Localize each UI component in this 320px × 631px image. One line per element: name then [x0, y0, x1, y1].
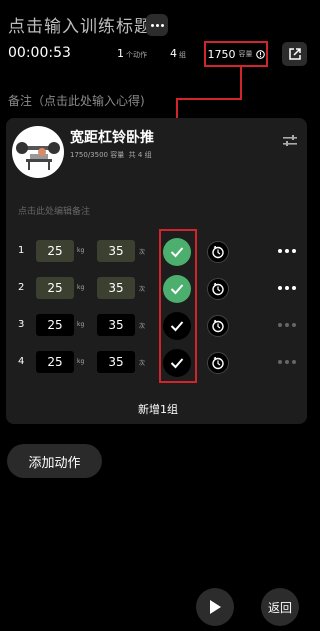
- stats-bar: 00:00:53 1 个动作 4组: [0, 45, 316, 65]
- checks-highlight-box: [159, 229, 197, 383]
- share-button[interactable]: [282, 42, 307, 66]
- exercise-thumbnail[interactable]: [12, 126, 64, 178]
- volume-value: 1750: [207, 47, 236, 61]
- timer-icon: [212, 319, 224, 333]
- timer-icon: [212, 245, 224, 259]
- timer-icon: [212, 282, 224, 296]
- set-more-button[interactable]: [278, 286, 296, 290]
- weight-input[interactable]: 25: [36, 351, 74, 373]
- more-horizontal-icon: [150, 23, 164, 27]
- total-volume[interactable]: 1750 容量: [204, 41, 268, 67]
- set-more-button[interactable]: [278, 249, 296, 253]
- title-more-button[interactable]: [146, 14, 168, 36]
- weight-unit: kg: [77, 247, 85, 254]
- timer-icon: [212, 356, 224, 370]
- share-external-icon: [288, 48, 301, 60]
- rest-timer-button[interactable]: [207, 278, 229, 300]
- reps-input[interactable]: 35: [97, 314, 135, 336]
- weight-input[interactable]: 25: [36, 314, 74, 336]
- reps-unit: 次: [139, 323, 146, 330]
- weight-unit: kg: [77, 358, 85, 365]
- bench-press-illustration: [16, 142, 60, 170]
- swap-settings-button[interactable]: [282, 133, 298, 152]
- set-number: 4: [18, 356, 25, 367]
- annotation-line: [240, 67, 242, 100]
- weight-input[interactable]: 25: [36, 240, 74, 262]
- set-number: 1: [18, 245, 25, 256]
- set-number: 3: [18, 319, 25, 330]
- swap-settings-icon: [283, 135, 297, 146]
- exercise-summary: 1750/3500 容量 共 4 组: [70, 151, 152, 159]
- play-icon: [210, 600, 221, 614]
- set-number: 2: [18, 282, 25, 293]
- weight-input[interactable]: 25: [36, 277, 74, 299]
- set-row: 2 25 kg 35 次: [0, 275, 316, 303]
- reps-input[interactable]: 35: [97, 240, 135, 262]
- workout-title[interactable]: 点击输入训练标题: [8, 12, 152, 37]
- set-more-button[interactable]: [278, 323, 296, 327]
- elapsed-timer: 00:00:53: [8, 45, 71, 61]
- sets-count: 4组: [170, 47, 186, 60]
- reps-input[interactable]: 35: [97, 351, 135, 373]
- actions-count: 1 个动作: [117, 47, 147, 60]
- info-icon: [255, 49, 265, 59]
- rest-timer-button[interactable]: [207, 352, 229, 374]
- set-row: 3 25 kg 35 次: [0, 312, 316, 340]
- exercise-name[interactable]: 宽距杠铃卧推: [70, 127, 154, 147]
- set-row: 4 25 kg 35 次: [0, 349, 316, 377]
- annotation-line: [176, 98, 242, 100]
- reps-unit: 次: [139, 286, 146, 293]
- reps-input[interactable]: 35: [97, 277, 135, 299]
- play-button[interactable]: [196, 588, 234, 626]
- workout-note-input[interactable]: 备注（点击此处输入心得): [8, 92, 145, 109]
- exercise-note-input[interactable]: 点击此处编辑备注: [18, 204, 90, 217]
- weight-unit: kg: [77, 284, 85, 291]
- set-more-button[interactable]: [278, 360, 296, 364]
- back-button[interactable]: 返回: [261, 588, 299, 626]
- weight-unit: kg: [77, 321, 85, 328]
- volume-unit: 容量: [238, 50, 253, 58]
- rest-timer-button[interactable]: [207, 315, 229, 337]
- rest-timer-button[interactable]: [207, 241, 229, 263]
- add-action-button[interactable]: 添加动作: [7, 444, 102, 478]
- set-row: 1 25 kg 35 次: [0, 238, 316, 266]
- reps-unit: 次: [139, 249, 146, 256]
- add-set-button[interactable]: 新增1组: [0, 401, 316, 417]
- reps-unit: 次: [139, 360, 146, 367]
